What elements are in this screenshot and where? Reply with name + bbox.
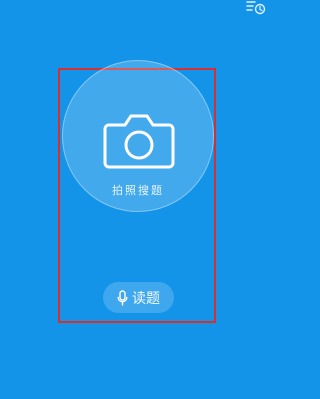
camera-icon bbox=[97, 109, 181, 175]
take-photo-button[interactable]: 拍照搜题 bbox=[62, 60, 214, 212]
mic-icon bbox=[117, 289, 128, 306]
history-icon[interactable] bbox=[246, 0, 266, 15]
camera-label: 拍照搜题 bbox=[112, 184, 164, 197]
read-question-button[interactable]: 读题 bbox=[103, 282, 174, 313]
read-question-label: 读题 bbox=[132, 290, 160, 307]
